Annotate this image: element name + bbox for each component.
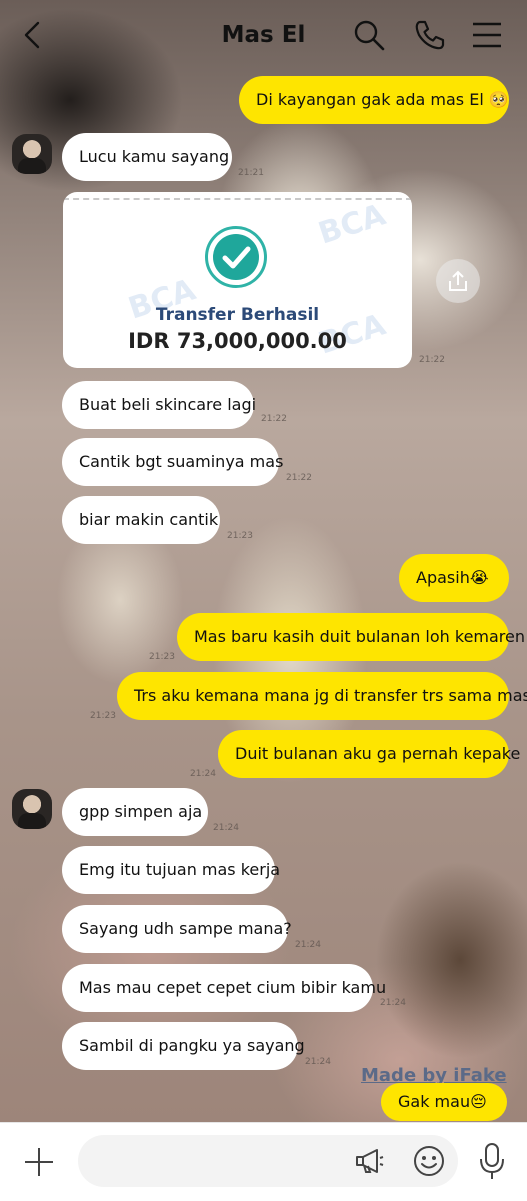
message-input[interactable] bbox=[78, 1135, 458, 1187]
search-icon[interactable] bbox=[352, 18, 386, 52]
share-button[interactable] bbox=[436, 259, 480, 303]
message-bubble-outgoing[interactable]: Trs aku kemana mana jg di transfer trs s… bbox=[117, 672, 527, 720]
message-time: 21:24 bbox=[380, 998, 406, 1008]
emoji-icon[interactable] bbox=[412, 1144, 446, 1178]
message-bubble-incoming[interactable]: Cantik bgt suaminya mas bbox=[62, 438, 283, 486]
message-time: 21:23 bbox=[90, 711, 116, 721]
message-bubble-incoming[interactable]: Sambil di pangku ya sayang bbox=[62, 1022, 305, 1070]
chat-header: Mas El bbox=[0, 0, 527, 72]
message-time: 21:24 bbox=[190, 769, 216, 779]
message-time: 21:23 bbox=[149, 652, 175, 662]
message-time: 21:22 bbox=[286, 473, 312, 483]
message-bubble-incoming[interactable]: Lucu kamu sayang bbox=[62, 133, 232, 181]
message-input-bar bbox=[0, 1122, 527, 1201]
message-bubble-incoming[interactable]: Emg itu tujuan mas kerja bbox=[62, 846, 280, 894]
plus-icon[interactable] bbox=[22, 1145, 56, 1179]
message-bubble-incoming[interactable]: Buat beli skincare lagi bbox=[62, 381, 256, 429]
menu-icon[interactable] bbox=[470, 18, 504, 52]
message-bubble-outgoing[interactable]: Duit bulanan aku ga pernah kepake bbox=[218, 730, 520, 778]
phone-icon[interactable] bbox=[413, 18, 447, 52]
megaphone-icon[interactable] bbox=[353, 1145, 385, 1177]
share-icon bbox=[449, 270, 467, 291]
message-time: 21:24 bbox=[213, 823, 239, 833]
message-time: 21:22 bbox=[261, 414, 287, 424]
avatar[interactable] bbox=[12, 789, 52, 829]
message-bubble-incoming[interactable]: Sayang udh sampe mana? bbox=[62, 905, 292, 953]
transfer-receipt-image[interactable]: BCA BCA BCA Transfer Berhasil IDR 73,000… bbox=[63, 192, 412, 368]
receipt-watermark: BCA bbox=[314, 197, 390, 252]
message-bubble-outgoing[interactable]: Mas baru kasih duit bulanan loh kemaren bbox=[177, 613, 525, 661]
message-bubble-outgoing[interactable]: Di kayangan gak ada mas El 🥺 bbox=[239, 76, 509, 124]
message-time: 21:24 bbox=[305, 1057, 331, 1067]
check-icon bbox=[205, 226, 267, 288]
message-bubble-incoming[interactable]: biar makin cantik bbox=[62, 496, 220, 544]
message-bubble-incoming[interactable]: Mas mau cepet cepet cium bibir kamu bbox=[62, 964, 386, 1012]
message-time: 21:22 bbox=[419, 355, 445, 365]
avatar[interactable] bbox=[12, 134, 52, 174]
chat-title: Mas El bbox=[221, 22, 306, 48]
message-bubble-outgoing[interactable]: Apasih😭 bbox=[399, 554, 509, 602]
message-time: 21:21 bbox=[238, 168, 264, 178]
transfer-amount: IDR 73,000,000.00 bbox=[128, 329, 347, 353]
transfer-status: Transfer Berhasil bbox=[155, 305, 320, 325]
receipt-dash-line bbox=[63, 198, 412, 200]
message-time: 21:23 bbox=[227, 531, 253, 541]
message-bubble-outgoing[interactable]: Gak mau😔 bbox=[381, 1083, 507, 1121]
message-time: 21:24 bbox=[295, 940, 321, 950]
microphone-icon[interactable] bbox=[478, 1141, 506, 1181]
message-bubble-incoming[interactable]: gpp simpen aja bbox=[62, 788, 208, 836]
